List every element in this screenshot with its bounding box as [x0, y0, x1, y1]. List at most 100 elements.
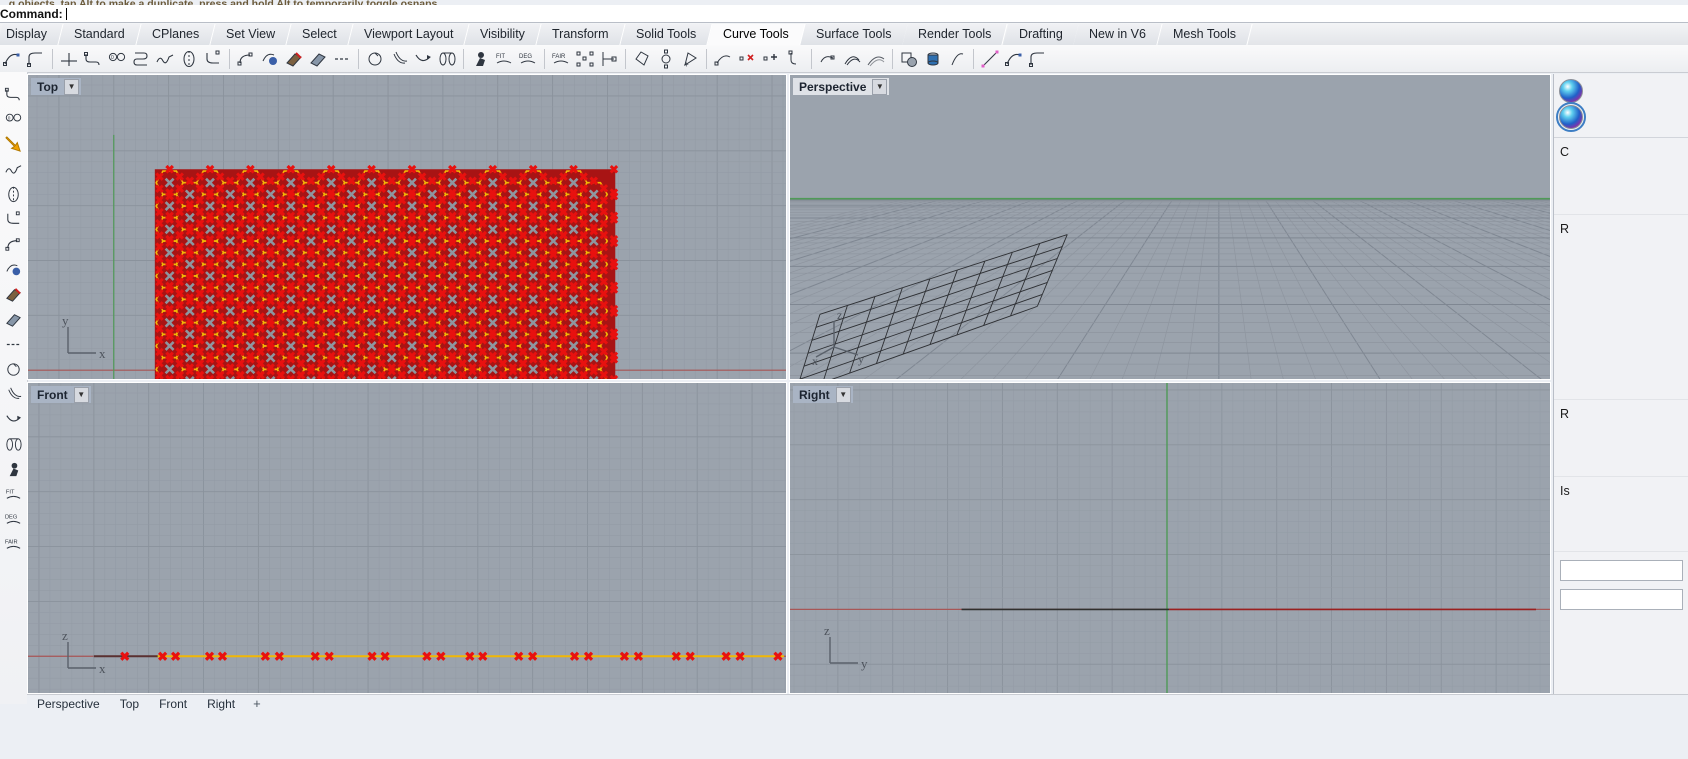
project-to-cplane-icon[interactable]: [946, 47, 968, 71]
panel-input-field-1[interactable]: [1560, 560, 1683, 581]
tab-new-in-v6[interactable]: New in V6: [1073, 24, 1164, 45]
ellipse-icon[interactable]: [3, 432, 25, 457]
line-icon[interactable]: [3, 82, 25, 107]
offset-curve-icon[interactable]: [388, 47, 410, 71]
curve-interpolate-points-icon[interactable]: [3, 232, 25, 257]
polyline-arrow-icon[interactable]: [3, 132, 25, 157]
curve-arc-3point-icon[interactable]: [3, 207, 25, 232]
viewport-title-front[interactable]: Front ▼: [31, 386, 91, 403]
curve-perpendicular-icon[interactable]: [58, 47, 80, 71]
tab-cplanes[interactable]: CPlanes: [136, 24, 216, 45]
curve-through-points-icon[interactable]: 0: [106, 47, 128, 71]
dash-extend-icon[interactable]: [364, 47, 386, 71]
panel-row-2[interactable]: R: [1554, 400, 1688, 477]
remove-point-icon[interactable]: [784, 47, 806, 71]
arc-start-end-icon[interactable]: [3, 382, 25, 407]
curve-corner-icon[interactable]: [25, 47, 47, 71]
split-curve-icon[interactable]: [865, 47, 887, 71]
blend-curves-icon[interactable]: [436, 47, 458, 71]
command-input[interactable]: [66, 6, 1688, 21]
panel-row-0[interactable]: C: [1554, 138, 1688, 215]
tab-drafting[interactable]: Drafting: [1003, 24, 1080, 45]
viewport-title-right[interactable]: Right ▼: [793, 386, 853, 403]
curve-boolean-icon[interactable]: [331, 47, 353, 71]
curve-from-object-icon[interactable]: [736, 47, 758, 71]
control-points-on-icon[interactable]: [631, 47, 653, 71]
viewport-title-top[interactable]: Top ▼: [31, 78, 82, 95]
tab-select[interactable]: Select: [286, 24, 354, 45]
tab-surface-tools[interactable]: Surface Tools: [800, 24, 908, 45]
tab-visibility[interactable]: Visibility: [464, 24, 542, 45]
pull-curve-icon[interactable]: [307, 47, 329, 71]
project-curve-icon[interactable]: [283, 47, 305, 71]
viewport-top-chevron-down-icon[interactable]: ▼: [64, 78, 80, 95]
material-sphere-icon[interactable]: [1559, 79, 1583, 103]
panel-row-3[interactable]: Is: [1554, 477, 1688, 552]
extend-curve-icon[interactable]: [760, 47, 782, 71]
freeform-polyline-icon[interactable]: [3, 182, 25, 207]
circle-control-points-icon[interactable]: [712, 47, 734, 71]
tab-mesh-tools[interactable]: Mesh Tools: [1157, 24, 1254, 45]
panel-row-1[interactable]: R: [1554, 215, 1688, 400]
rectangle-center-icon[interactable]: DEG: [3, 507, 25, 532]
tab-transform[interactable]: Transform: [536, 24, 626, 45]
circle-tangent-icon[interactable]: [3, 357, 25, 382]
insert-knot-icon[interactable]: [655, 47, 677, 71]
trim-curve-icon[interactable]: [841, 47, 863, 71]
polyline-icon[interactable]: [130, 47, 152, 71]
match-curve-icon[interactable]: FIT: [493, 47, 515, 71]
curve-tangent-icon[interactable]: [82, 47, 104, 71]
tab-solid-tools[interactable]: Solid Tools: [620, 24, 713, 45]
viewport-right-chevron-down-icon[interactable]: ▼: [835, 386, 851, 403]
tab-render-tools[interactable]: Render Tools: [902, 24, 1009, 45]
contour-icon[interactable]: [898, 47, 920, 71]
viewport-tab-perspective[interactable]: Perspective: [27, 695, 110, 713]
material-sphere-selected-icon[interactable]: [1556, 102, 1586, 132]
curve-control-points-icon[interactable]: [3, 257, 25, 282]
viewport-front-chevron-down-icon[interactable]: ▼: [73, 386, 89, 403]
conic-icon[interactable]: [178, 47, 200, 71]
curve-closed-icon[interactable]: +: [679, 47, 701, 71]
viewport-tab-add[interactable]: +: [245, 695, 269, 713]
command-line-bar[interactable]: Command:: [0, 5, 1688, 23]
viewport-tab-top[interactable]: Top: [110, 695, 149, 713]
revolve-icon[interactable]: [979, 47, 1001, 71]
tab-viewport-layout[interactable]: Viewport Layout: [348, 24, 470, 45]
match-curve-2-icon[interactable]: DEG: [517, 47, 539, 71]
viewport-front[interactable]: z x Front ▼: [27, 382, 787, 694]
sketch-icon[interactable]: [259, 47, 281, 71]
circle-center-radius-icon[interactable]: [3, 307, 25, 332]
rectangle-corner-icon[interactable]: [3, 457, 25, 482]
polygon-star-icon[interactable]: FAIR: [3, 532, 25, 557]
tab-set-view[interactable]: Set View: [210, 24, 292, 45]
viewport-perspective-chevron-down-icon[interactable]: ▼: [872, 78, 888, 95]
rebuild-curve-icon[interactable]: [574, 47, 596, 71]
curve-arc-start-end-icon[interactable]: [1, 47, 23, 71]
line-from-midpoint-icon[interactable]: 0: [3, 107, 25, 132]
curve-from-2-views-icon[interactable]: [235, 47, 257, 71]
viewport-perspective[interactable]: z x y Perspective ▼: [789, 74, 1551, 380]
line-segment-icon[interactable]: [1027, 47, 1049, 71]
viewport-tab-front[interactable]: Front: [149, 695, 197, 713]
rectangle-polyline-icon[interactable]: [3, 157, 25, 182]
offset-multiple-icon[interactable]: [412, 47, 434, 71]
pipe-revolve-icon[interactable]: [469, 47, 491, 71]
viewport-top[interactable]: y x Top ▼: [27, 74, 787, 380]
viewport-tab-right[interactable]: Right: [197, 695, 245, 713]
viewport-title-perspective[interactable]: Perspective ▼: [793, 78, 890, 95]
arc-center-icon[interactable]: [3, 282, 25, 307]
tab-display[interactable]: Display: [0, 24, 64, 45]
curve-interpolate-icon[interactable]: [154, 47, 176, 71]
helix-icon[interactable]: [202, 47, 224, 71]
panel-input-field-2[interactable]: [1560, 589, 1683, 610]
add-point-icon[interactable]: [817, 47, 839, 71]
tab-curve-tools[interactable]: Curve Tools: [707, 24, 806, 45]
fit-curve-icon[interactable]: FAIR: [550, 47, 572, 71]
viewport-right[interactable]: z y Right ▼: [789, 382, 1551, 694]
rectangle-tangent-icon[interactable]: FIT: [3, 482, 25, 507]
circle-diameter-icon[interactable]: [3, 332, 25, 357]
fair-curve-icon[interactable]: [598, 47, 620, 71]
section-icon[interactable]: [922, 47, 944, 71]
curve-through-pts-icon[interactable]: [3, 407, 25, 432]
tab-standard[interactable]: Standard: [58, 24, 142, 45]
